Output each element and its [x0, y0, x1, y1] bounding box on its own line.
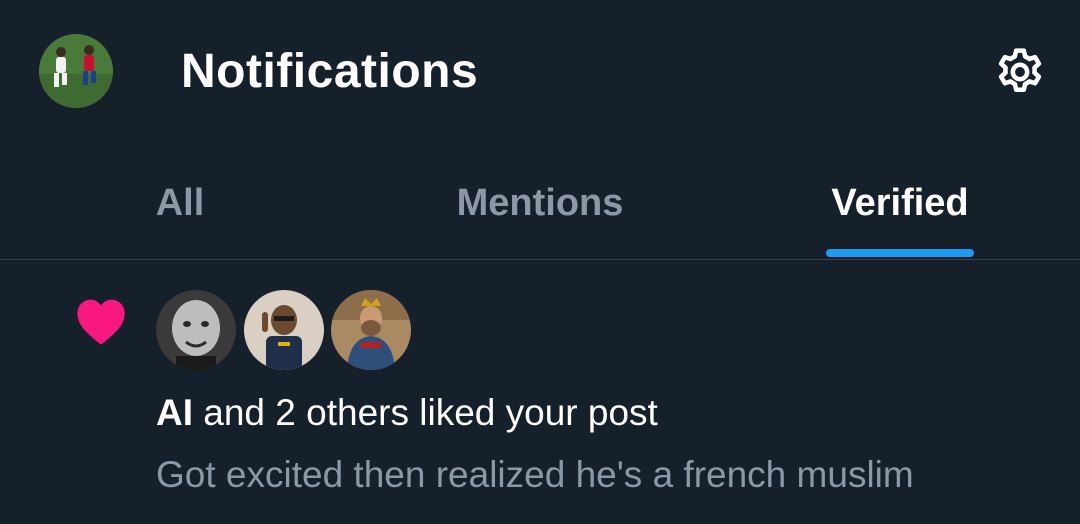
header: Notifications	[0, 0, 1080, 140]
gear-icon	[998, 48, 1042, 93]
heart-icon	[77, 299, 125, 345]
tab-all[interactable]: All	[0, 150, 360, 259]
active-tab-indicator	[826, 249, 974, 257]
notification-item[interactable]: AI and 2 others liked your post Got exci…	[0, 260, 1080, 524]
liker-avatar[interactable]	[156, 290, 236, 370]
post-preview: Got excited then realized he's a french …	[156, 454, 914, 495]
profile-avatar[interactable]	[39, 34, 113, 108]
tab-mentions[interactable]: Mentions	[360, 150, 720, 259]
tab-verified[interactable]: Verified	[720, 150, 1080, 259]
notification-text: AI and 2 others liked your post	[156, 388, 658, 438]
tab-bar: All Mentions Verified	[0, 150, 1080, 259]
tab-mentions-label: Mentions	[456, 182, 624, 224]
liker-avatar[interactable]	[244, 290, 324, 370]
settings-button[interactable]	[990, 42, 1050, 102]
page-title: Notifications	[181, 45, 479, 98]
notification-actor[interactable]: AI	[156, 392, 193, 433]
notification-action: and 2 others liked your post	[193, 392, 658, 433]
liker-avatar[interactable]	[331, 290, 411, 370]
tab-verified-label: Verified	[831, 182, 969, 224]
tab-all-label: All	[155, 182, 205, 224]
notifications-screen: Notifications All Mentions Verified AI a…	[0, 0, 1080, 524]
